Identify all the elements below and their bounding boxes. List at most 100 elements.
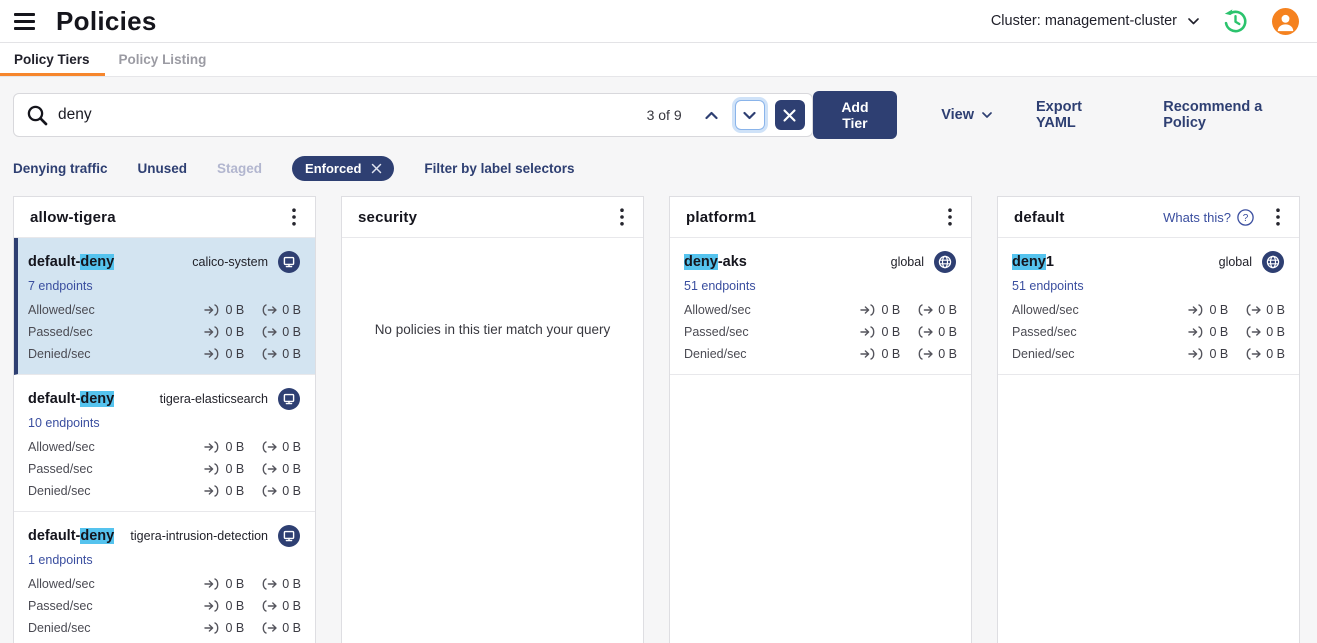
policy-card[interactable]: deny1global51 endpointsAllowed/sec0 B0 B… bbox=[998, 238, 1299, 375]
chevron-down-icon bbox=[743, 111, 756, 120]
chevron-up-icon bbox=[705, 111, 718, 120]
stat-label: Passed/sec bbox=[684, 325, 860, 339]
tier-menu-button[interactable] bbox=[610, 205, 634, 229]
policy-scope: tigera-intrusion-detection bbox=[130, 524, 301, 548]
cluster-selector[interactable]: Cluster: management-cluster bbox=[991, 13, 1199, 29]
ingress-stat: 0 B bbox=[204, 347, 244, 361]
policy-scope-label: calico-system bbox=[192, 255, 268, 269]
stat-row: Allowed/sec0 B0 B bbox=[28, 439, 301, 454]
history-button[interactable] bbox=[1222, 8, 1249, 35]
filter-label-selectors[interactable]: Filter by label selectors bbox=[424, 161, 574, 176]
egress-value: 0 B bbox=[282, 599, 301, 613]
stat-values: 0 B0 B bbox=[204, 325, 301, 339]
egress-value: 0 B bbox=[1266, 325, 1285, 339]
clear-search-button[interactable] bbox=[775, 100, 805, 130]
tier-cards: default-denycalico-system7 endpointsAllo… bbox=[14, 238, 315, 643]
tier-menu-button[interactable] bbox=[938, 205, 962, 229]
ingress-stat: 0 B bbox=[860, 303, 900, 317]
policy-name-text: default- bbox=[28, 391, 80, 407]
policy-name: default-deny bbox=[28, 254, 192, 270]
egress-value: 0 B bbox=[1266, 347, 1285, 361]
namespace-icon bbox=[277, 250, 301, 274]
egress-stat: 0 B bbox=[261, 621, 301, 635]
policy-card[interactable]: default-denytigera-intrusion-detection 1 … bbox=[14, 512, 315, 643]
stat-row: Denied/sec0 B0 B bbox=[1012, 346, 1285, 361]
egress-stat: 0 B bbox=[917, 347, 957, 361]
policy-title-row: default-denycalico-system bbox=[28, 250, 301, 274]
stat-row: Passed/sec0 B0 B bbox=[684, 324, 957, 339]
ingress-stat: 0 B bbox=[204, 440, 244, 454]
endpoints-link[interactable]: 51 endpoints bbox=[1012, 279, 1084, 293]
policy-card[interactable]: default-denycalico-system7 endpointsAllo… bbox=[14, 238, 315, 375]
whats-this-link[interactable]: Whats this?? bbox=[1163, 209, 1254, 226]
tier-menu-button[interactable] bbox=[282, 205, 306, 229]
filter-staged[interactable]: Staged bbox=[217, 161, 262, 176]
egress-value: 0 B bbox=[282, 440, 301, 454]
add-tier-button[interactable]: Add Tier bbox=[813, 91, 898, 139]
remove-filter-icon[interactable] bbox=[371, 163, 382, 174]
tier-name: security bbox=[358, 209, 610, 226]
search-highlight: deny bbox=[684, 254, 718, 270]
recommend-policy-button[interactable]: Recommend a Policy bbox=[1163, 99, 1299, 131]
stat-row: Denied/sec0 B0 B bbox=[28, 483, 301, 498]
tab-policy-listing[interactable]: Policy Listing bbox=[105, 43, 222, 76]
filter-unused[interactable]: Unused bbox=[138, 161, 188, 176]
endpoints-link[interactable]: 51 endpoints bbox=[684, 279, 756, 293]
stat-values: 0 B0 B bbox=[204, 577, 301, 591]
egress-value: 0 B bbox=[938, 347, 957, 361]
filter-denying-traffic[interactable]: Denying traffic bbox=[13, 161, 108, 176]
endpoints-link[interactable]: 1 endpoints bbox=[28, 553, 93, 567]
egress-traffic-icon bbox=[261, 463, 277, 475]
endpoints-link[interactable]: 7 endpoints bbox=[28, 279, 93, 293]
ingress-traffic-icon bbox=[204, 441, 220, 453]
tier-cards: No policies in this tier match your quer… bbox=[342, 322, 643, 337]
namespace-icon bbox=[277, 387, 301, 411]
policy-name-text: -aks bbox=[718, 254, 747, 270]
egress-traffic-icon bbox=[1245, 348, 1261, 360]
tier-header: platform1 bbox=[670, 197, 971, 238]
whats-this-label: Whats this? bbox=[1163, 210, 1231, 225]
tier-name: allow-tigera bbox=[30, 209, 282, 226]
ingress-value: 0 B bbox=[225, 347, 244, 361]
app-header: Policies Cluster: management-cluster bbox=[0, 0, 1317, 42]
egress-stat: 0 B bbox=[1245, 325, 1285, 339]
policy-scope: calico-system bbox=[192, 250, 301, 274]
previous-match-button[interactable] bbox=[697, 100, 727, 130]
egress-stat: 0 B bbox=[261, 484, 301, 498]
egress-traffic-icon bbox=[1245, 326, 1261, 338]
ingress-stat: 0 B bbox=[204, 462, 244, 476]
ingress-value: 0 B bbox=[225, 599, 244, 613]
filter-chip-enforced[interactable]: Enforced bbox=[292, 156, 394, 181]
policy-card[interactable]: deny-aksglobal51 endpointsAllowed/sec0 B… bbox=[670, 238, 971, 375]
policy-scope-label: tigera-intrusion-detection bbox=[130, 529, 268, 543]
stat-values: 0 B0 B bbox=[860, 347, 957, 361]
stat-label: Allowed/sec bbox=[1012, 303, 1188, 317]
policy-name-text: default- bbox=[28, 528, 80, 544]
stat-row: Passed/sec0 B0 B bbox=[1012, 324, 1285, 339]
ingress-stat: 0 B bbox=[204, 599, 244, 613]
close-icon bbox=[783, 109, 796, 122]
policy-name: default-deny bbox=[28, 528, 130, 544]
tab-bar: Policy Tiers Policy Listing bbox=[0, 42, 1317, 77]
ingress-stat: 0 B bbox=[204, 484, 244, 498]
hamburger-menu-icon[interactable] bbox=[14, 13, 35, 30]
ingress-traffic-icon bbox=[860, 304, 876, 316]
endpoints-link[interactable]: 10 endpoints bbox=[28, 416, 100, 430]
user-avatar[interactable] bbox=[1272, 8, 1299, 35]
ingress-value: 0 B bbox=[225, 621, 244, 635]
egress-value: 0 B bbox=[282, 303, 301, 317]
stat-row: Allowed/sec0 B0 B bbox=[1012, 302, 1285, 317]
policy-card[interactable]: default-denytigera-elasticsearch10 endpo… bbox=[14, 375, 315, 512]
search-input[interactable] bbox=[58, 106, 647, 124]
globe-icon bbox=[933, 250, 957, 274]
tier-header: allow-tigera bbox=[14, 197, 315, 238]
view-dropdown[interactable]: View bbox=[941, 107, 992, 123]
egress-traffic-icon bbox=[261, 622, 277, 634]
export-yaml-button[interactable]: Export YAML bbox=[1036, 99, 1119, 131]
tier-menu-button[interactable] bbox=[1266, 205, 1290, 229]
egress-value: 0 B bbox=[282, 621, 301, 635]
tab-policy-tiers[interactable]: Policy Tiers bbox=[0, 43, 105, 76]
next-match-button[interactable] bbox=[735, 100, 765, 130]
policy-name-text: 1 bbox=[1046, 254, 1054, 270]
policy-scope: global bbox=[1219, 250, 1285, 274]
